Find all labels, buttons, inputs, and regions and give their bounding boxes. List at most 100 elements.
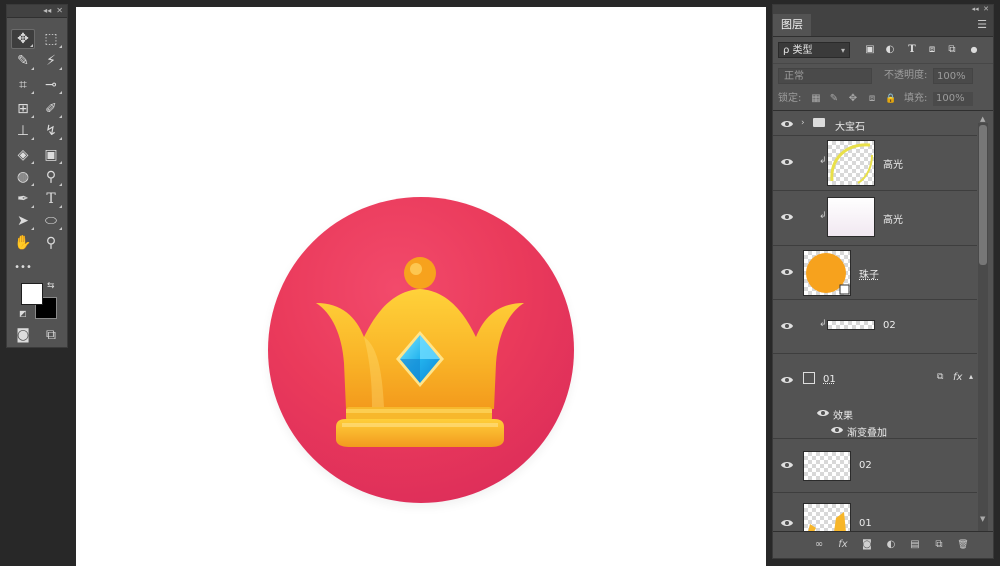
link-layers-icon[interactable]: ∞ xyxy=(811,538,827,552)
filter-kind-select[interactable]: ρ 类型 ▾ xyxy=(778,42,850,58)
lasso-icon: ✎ xyxy=(17,53,29,69)
effects-eye-icon[interactable] xyxy=(817,409,831,419)
visibility-eye-icon[interactable] xyxy=(781,213,795,223)
blur-tool-button[interactable]: ◍ xyxy=(11,167,35,187)
lock-image-icon[interactable]: ✎ xyxy=(828,92,840,106)
layer-row[interactable]: 02 xyxy=(773,439,977,493)
magic-wand-icon: ⚡ xyxy=(46,53,56,69)
scroll-down-icon[interactable]: ▼ xyxy=(980,515,985,523)
filter-kind-label: ρ 类型 xyxy=(783,45,813,56)
visibility-eye-icon[interactable] xyxy=(781,322,795,332)
filter-shape-icon[interactable]: ⧈ xyxy=(925,43,939,57)
panel-menu-icon[interactable]: ☰ xyxy=(977,18,987,31)
filter-pixel-icon[interactable]: ▣ xyxy=(863,43,877,57)
layer-name: 02 xyxy=(883,320,896,331)
filter-adjustment-icon[interactable]: ◐ xyxy=(883,43,897,57)
lock-artboard-icon[interactable]: ⧈ xyxy=(866,92,878,106)
eyedropper-icon: ⊸ xyxy=(45,77,57,93)
visibility-eye-icon[interactable] xyxy=(781,376,795,386)
screen-mode-button[interactable]: ⧉ xyxy=(39,325,63,345)
brush-tool-button[interactable]: ✐ xyxy=(39,99,63,119)
pen-tool-button[interactable]: ✒ xyxy=(11,189,35,209)
hand-icon: ✋ xyxy=(14,235,32,251)
panel-close-icon[interactable]: ✕ xyxy=(983,5,989,13)
type-tool-button[interactable]: T xyxy=(39,189,63,209)
collapse-icon[interactable]: ◂◂ xyxy=(43,6,51,15)
layer-row[interactable]: ↲ 02 xyxy=(773,300,977,354)
add-style-icon[interactable]: fx xyxy=(835,538,851,552)
layer-group-row[interactable]: › 大宝石 xyxy=(773,114,977,136)
history-brush-tool-button[interactable]: ↯ xyxy=(39,121,63,141)
new-layer-icon[interactable]: ⧉ xyxy=(931,538,947,552)
new-group-icon[interactable]: ▤ xyxy=(907,538,923,552)
document-canvas[interactable] xyxy=(76,7,766,566)
layer-row[interactable]: ↲ 高光 xyxy=(773,191,977,246)
magic-wand-tool-button[interactable]: ⚡ xyxy=(39,51,63,71)
add-mask-icon[interactable]: ◙ xyxy=(859,538,875,552)
more-tools-button[interactable]: ••• xyxy=(11,257,35,277)
lock-transparency-icon[interactable]: ▦ xyxy=(810,92,822,106)
lasso-tool-button[interactable]: ✎ xyxy=(11,51,35,71)
shape-layer-row[interactable]: 01 ⧉ fx ▴ 效果 渐变叠加 xyxy=(773,354,977,439)
gradient-tool-button[interactable]: ▣ xyxy=(39,145,63,165)
layer-row[interactable]: 珠子 xyxy=(773,246,977,300)
clone-stamp-tool-button[interactable]: ⊥ xyxy=(11,121,35,141)
quick-mask-button[interactable]: ◙ xyxy=(11,325,35,345)
opacity-field[interactable]: 100% xyxy=(933,68,973,84)
eraser-icon: ◈ xyxy=(17,147,29,163)
move-tool-button[interactable]: ✥ xyxy=(11,29,35,49)
fx-icon[interactable]: fx xyxy=(953,372,962,383)
blend-mode-select[interactable]: 正常 xyxy=(778,68,872,84)
brush-icon: ✐ xyxy=(45,101,57,117)
path-selection-tool-button[interactable]: ➤ xyxy=(11,211,35,231)
layer-name: 01 xyxy=(823,374,836,385)
gradient-overlay-eye-icon[interactable] xyxy=(831,426,845,436)
healing-brush-tool-button[interactable]: ⊞ xyxy=(11,99,35,119)
eyedropper-tool-button[interactable]: ⊸ xyxy=(39,75,63,95)
panel-collapse-icon[interactable]: ◂◂ xyxy=(972,5,979,13)
trash-icon[interactable]: 🗑 xyxy=(955,538,971,552)
tools-panel-header: ◂◂ ✕ xyxy=(7,5,67,18)
layers-scroll-thumb[interactable] xyxy=(979,125,987,265)
default-colors-icon[interactable]: ◩ xyxy=(19,309,27,318)
visibility-eye-icon[interactable] xyxy=(781,158,795,168)
visibility-eye-icon[interactable] xyxy=(781,461,795,471)
folder-icon xyxy=(813,118,825,127)
lock-all-icon[interactable]: 🔒 xyxy=(885,92,897,106)
filter-toggle-icon[interactable]: ● xyxy=(967,43,981,57)
layer-name: 高光 xyxy=(883,215,903,226)
collapse-effects-icon[interactable]: ▴ xyxy=(969,372,973,381)
filter-smart-object-icon[interactable]: ⧉ xyxy=(945,43,959,57)
foreground-color-swatch[interactable] xyxy=(21,283,43,305)
lock-label: 锁定: xyxy=(778,93,802,104)
filter-type-icon[interactable]: T xyxy=(905,43,919,57)
layer-thumbnail xyxy=(827,197,875,237)
zoom-tool-button[interactable]: ⚲ xyxy=(39,233,63,253)
layer-row[interactable]: ↲ 高光 xyxy=(773,136,977,191)
dodge-tool-button[interactable]: ⚲ xyxy=(39,167,63,187)
new-adjustment-icon[interactable]: ◐ xyxy=(883,538,899,552)
crop-tool-button[interactable]: ⌗ xyxy=(11,75,35,95)
scroll-up-icon[interactable]: ▲ xyxy=(980,115,985,123)
visibility-eye-icon[interactable] xyxy=(781,519,795,529)
close-icon[interactable]: ✕ xyxy=(56,6,63,15)
ellipse-tool-button[interactable]: ⬭ xyxy=(39,211,63,231)
layer-name: 大宝石 xyxy=(835,122,865,133)
layer-row[interactable]: 01 xyxy=(773,493,977,533)
marquee-tool-button[interactable]: ⬚ xyxy=(39,29,63,49)
lock-fill-row: 锁定: ▦ ✎ ✥ ⧈ 🔒 填充: 100% xyxy=(773,88,993,111)
hand-tool-button[interactable]: ✋ xyxy=(11,233,35,253)
gradient-icon: ▣ xyxy=(44,147,58,163)
type-icon: T xyxy=(46,191,56,207)
visibility-eye-icon[interactable] xyxy=(781,268,795,278)
tab-layers[interactable]: 图层 xyxy=(773,14,811,36)
shape-layer-icon xyxy=(803,372,815,384)
chevron-right-icon[interactable]: › xyxy=(801,118,805,128)
swap-colors-icon[interactable]: ⇆ xyxy=(47,281,55,291)
fill-field[interactable]: 100% xyxy=(933,92,973,106)
lock-position-icon[interactable]: ✥ xyxy=(847,92,859,106)
eraser-tool-button[interactable]: ◈ xyxy=(11,145,35,165)
visibility-eye-icon[interactable] xyxy=(781,120,795,130)
healing-brush-icon: ⊞ xyxy=(17,101,29,117)
path-selection-icon: ➤ xyxy=(17,213,29,229)
